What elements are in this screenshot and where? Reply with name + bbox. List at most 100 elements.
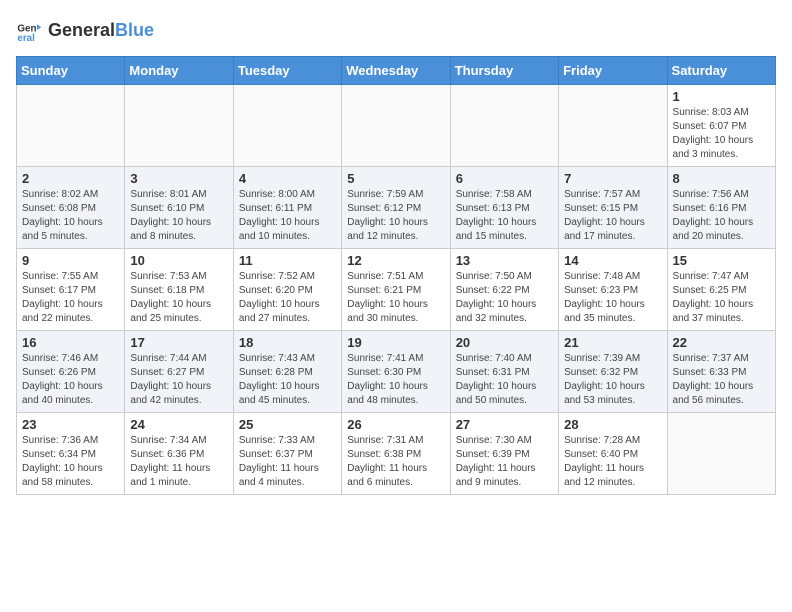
day-cell: 16 Sunrise: 7:46 AM Sunset: 6:26 PM Dayli…: [17, 331, 125, 413]
day-number: 22: [673, 335, 770, 350]
day-info: Sunrise: 7:55 AM Sunset: 6:17 PM Dayligh…: [22, 270, 119, 326]
day-cell: 13 Sunrise: 7:50 AM Sunset: 6:22 PM Dayli…: [450, 249, 558, 331]
day-info: Sunrise: 7:43 AM Sunset: 6:28 PM Dayligh…: [239, 352, 336, 408]
day-cell: 1 Sunrise: 8:03 AM Sunset: 6:07 PM Daylig…: [667, 85, 775, 167]
day-cell: [125, 85, 233, 167]
day-number: 21: [564, 335, 661, 350]
day-info: Sunrise: 7:44 AM Sunset: 6:27 PM Dayligh…: [130, 352, 227, 408]
calendar-header-row: SundayMondayTuesdayWednesdayThursdayFrid…: [17, 57, 776, 85]
day-cell: 14 Sunrise: 7:48 AM Sunset: 6:23 PM Dayli…: [559, 249, 667, 331]
day-number: 9: [22, 253, 119, 268]
day-cell: [667, 413, 775, 495]
day-info: Sunrise: 8:02 AM Sunset: 6:08 PM Dayligh…: [22, 188, 119, 244]
day-number: 7: [564, 171, 661, 186]
day-cell: 3Sunrise: 8:01 AM Sunset: 6:10 PM Daylig…: [125, 167, 233, 249]
week-row-4: 16 Sunrise: 7:46 AM Sunset: 6:26 PM Dayli…: [17, 331, 776, 413]
day-number: 13: [456, 253, 553, 268]
col-header-thursday: Thursday: [450, 57, 558, 85]
day-cell: 25 Sunrise: 7:33 AM Sunset: 6:37 PM Dayli…: [233, 413, 341, 495]
day-cell: 7 Sunrise: 7:57 AM Sunset: 6:15 PM Daylig…: [559, 167, 667, 249]
day-cell: 17 Sunrise: 7:44 AM Sunset: 6:27 PM Dayli…: [125, 331, 233, 413]
day-info: Sunrise: 7:57 AM Sunset: 6:15 PM Dayligh…: [564, 188, 661, 244]
day-cell: 24Sunrise: 7:34 AM Sunset: 6:36 PM Dayli…: [125, 413, 233, 495]
col-header-monday: Monday: [125, 57, 233, 85]
day-cell: 28Sunrise: 7:28 AM Sunset: 6:40 PM Dayli…: [559, 413, 667, 495]
day-cell: 21 Sunrise: 7:39 AM Sunset: 6:32 PM Dayli…: [559, 331, 667, 413]
day-info: Sunrise: 7:56 AM Sunset: 6:16 PM Dayligh…: [673, 188, 770, 244]
day-cell: 15 Sunrise: 7:47 AM Sunset: 6:25 PM Dayli…: [667, 249, 775, 331]
day-info: Sunrise: 7:48 AM Sunset: 6:23 PM Dayligh…: [564, 270, 661, 326]
col-header-sunday: Sunday: [17, 57, 125, 85]
day-cell: [342, 85, 450, 167]
day-cell: 19 Sunrise: 7:41 AM Sunset: 6:30 PM Dayli…: [342, 331, 450, 413]
day-info: Sunrise: 7:30 AM Sunset: 6:39 PM Dayligh…: [456, 434, 553, 490]
day-number: 6: [456, 171, 553, 186]
day-cell: [450, 85, 558, 167]
day-info: Sunrise: 7:34 AM Sunset: 6:36 PM Dayligh…: [130, 434, 227, 490]
day-info: Sunrise: 8:01 AM Sunset: 6:10 PM Dayligh…: [130, 188, 227, 244]
logo: Gen eral GeneralBlue: [16, 16, 154, 44]
day-cell: 6 Sunrise: 7:58 AM Sunset: 6:13 PM Daylig…: [450, 167, 558, 249]
day-info: Sunrise: 7:47 AM Sunset: 6:25 PM Dayligh…: [673, 270, 770, 326]
day-info: Sunrise: 7:51 AM Sunset: 6:21 PM Dayligh…: [347, 270, 444, 326]
day-number: 1: [673, 89, 770, 104]
day-number: 26: [347, 417, 444, 432]
day-info: Sunrise: 7:40 AM Sunset: 6:31 PM Dayligh…: [456, 352, 553, 408]
day-number: 12: [347, 253, 444, 268]
day-cell: 8 Sunrise: 7:56 AM Sunset: 6:16 PM Daylig…: [667, 167, 775, 249]
day-number: 20: [456, 335, 553, 350]
day-cell: [17, 85, 125, 167]
day-number: 25: [239, 417, 336, 432]
day-cell: 11 Sunrise: 7:52 AM Sunset: 6:20 PM Dayli…: [233, 249, 341, 331]
day-number: 17: [130, 335, 227, 350]
svg-text:eral: eral: [17, 33, 35, 44]
day-info: Sunrise: 7:28 AM Sunset: 6:40 PM Dayligh…: [564, 434, 661, 490]
week-row-3: 9 Sunrise: 7:55 AM Sunset: 6:17 PM Daylig…: [17, 249, 776, 331]
day-info: Sunrise: 7:53 AM Sunset: 6:18 PM Dayligh…: [130, 270, 227, 326]
day-cell: 2 Sunrise: 8:02 AM Sunset: 6:08 PM Daylig…: [17, 167, 125, 249]
day-info: Sunrise: 7:50 AM Sunset: 6:22 PM Dayligh…: [456, 270, 553, 326]
day-cell: 27 Sunrise: 7:30 AM Sunset: 6:39 PM Dayli…: [450, 413, 558, 495]
logo-blue: Blue: [115, 20, 154, 40]
day-info: Sunrise: 7:37 AM Sunset: 6:33 PM Dayligh…: [673, 352, 770, 408]
day-info: Sunrise: 7:59 AM Sunset: 6:12 PM Dayligh…: [347, 188, 444, 244]
day-number: 19: [347, 335, 444, 350]
day-info: Sunrise: 7:36 AM Sunset: 6:34 PM Dayligh…: [22, 434, 119, 490]
day-info: Sunrise: 7:46 AM Sunset: 6:26 PM Dayligh…: [22, 352, 119, 408]
day-number: 5: [347, 171, 444, 186]
day-info: Sunrise: 7:31 AM Sunset: 6:38 PM Dayligh…: [347, 434, 444, 490]
col-header-tuesday: Tuesday: [233, 57, 341, 85]
day-number: 2: [22, 171, 119, 186]
col-header-wednesday: Wednesday: [342, 57, 450, 85]
day-number: 15: [673, 253, 770, 268]
logo-icon: Gen eral: [16, 16, 44, 44]
day-number: 11: [239, 253, 336, 268]
day-cell: [559, 85, 667, 167]
day-info: Sunrise: 7:41 AM Sunset: 6:30 PM Dayligh…: [347, 352, 444, 408]
day-number: 4: [239, 171, 336, 186]
day-info: Sunrise: 7:39 AM Sunset: 6:32 PM Dayligh…: [564, 352, 661, 408]
day-cell: 26 Sunrise: 7:31 AM Sunset: 6:38 PM Dayli…: [342, 413, 450, 495]
day-info: Sunrise: 7:52 AM Sunset: 6:20 PM Dayligh…: [239, 270, 336, 326]
day-info: Sunrise: 7:33 AM Sunset: 6:37 PM Dayligh…: [239, 434, 336, 490]
calendar-table: SundayMondayTuesdayWednesdayThursdayFrid…: [16, 56, 776, 495]
day-cell: 22 Sunrise: 7:37 AM Sunset: 6:33 PM Dayli…: [667, 331, 775, 413]
day-number: 16: [22, 335, 119, 350]
day-number: 18: [239, 335, 336, 350]
day-cell: 9 Sunrise: 7:55 AM Sunset: 6:17 PM Daylig…: [17, 249, 125, 331]
day-number: 27: [456, 417, 553, 432]
day-cell: 18 Sunrise: 7:43 AM Sunset: 6:28 PM Dayli…: [233, 331, 341, 413]
day-cell: 5 Sunrise: 7:59 AM Sunset: 6:12 PM Daylig…: [342, 167, 450, 249]
day-number: 8: [673, 171, 770, 186]
logo-general: General: [48, 20, 115, 40]
col-header-friday: Friday: [559, 57, 667, 85]
day-info: Sunrise: 7:58 AM Sunset: 6:13 PM Dayligh…: [456, 188, 553, 244]
day-cell: 4Sunrise: 8:00 AM Sunset: 6:11 PM Daylig…: [233, 167, 341, 249]
day-cell: 10 Sunrise: 7:53 AM Sunset: 6:18 PM Dayli…: [125, 249, 233, 331]
day-number: 10: [130, 253, 227, 268]
day-cell: 20 Sunrise: 7:40 AM Sunset: 6:31 PM Dayli…: [450, 331, 558, 413]
day-info: Sunrise: 8:03 AM Sunset: 6:07 PM Dayligh…: [673, 106, 770, 162]
page-header: Gen eral GeneralBlue: [16, 16, 776, 44]
day-number: 14: [564, 253, 661, 268]
week-row-2: 2 Sunrise: 8:02 AM Sunset: 6:08 PM Daylig…: [17, 167, 776, 249]
